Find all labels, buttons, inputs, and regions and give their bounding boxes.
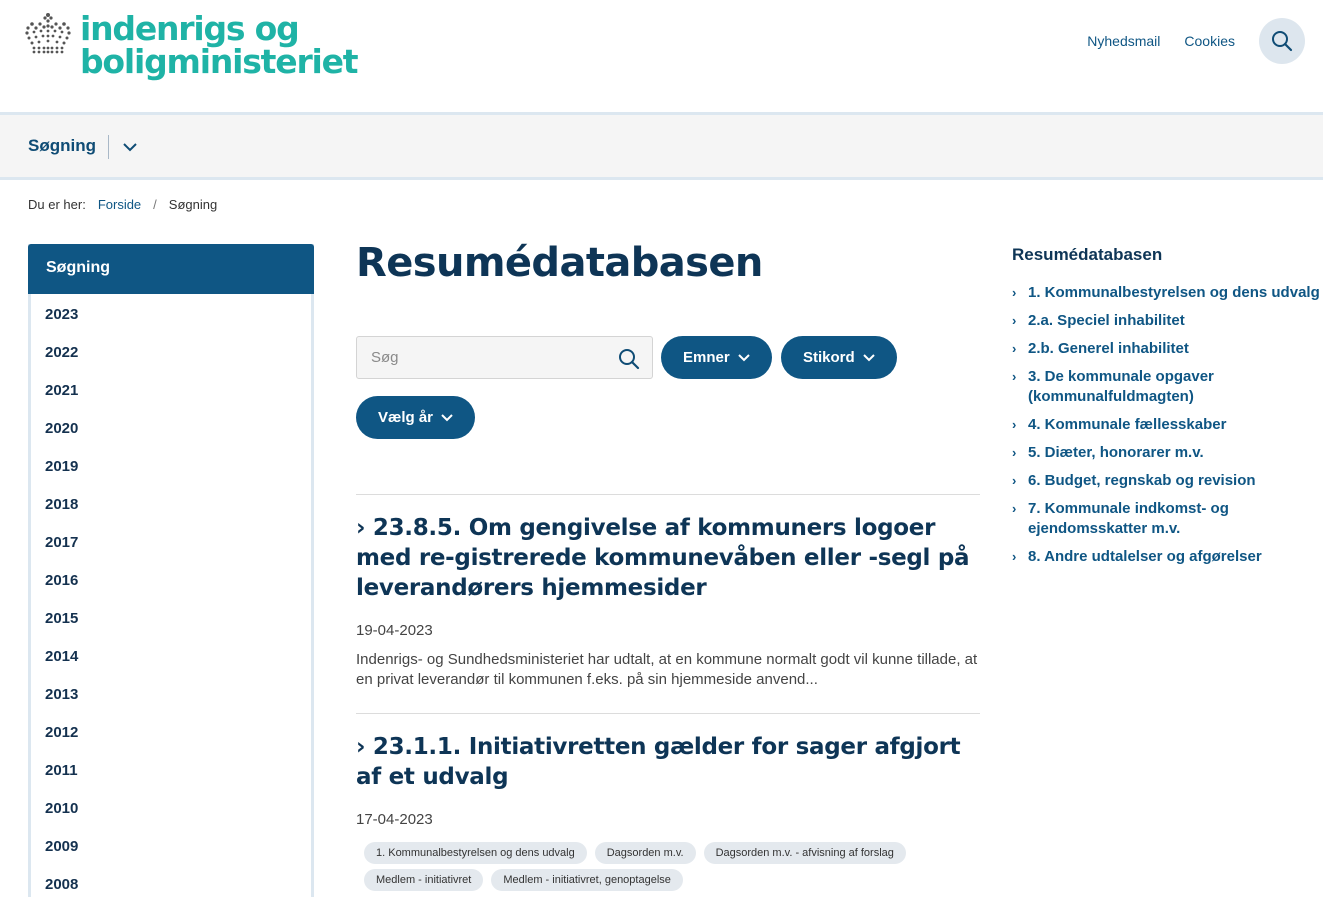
year-filter-button[interactable]: Vælg år bbox=[356, 396, 476, 439]
result-date: 17-04-2023 bbox=[356, 811, 433, 828]
sidebar-item-2015[interactable]: 2015 bbox=[45, 600, 78, 638]
chevron-right-icon: › bbox=[1012, 313, 1017, 328]
right-nav-item[interactable]: › 3. De kommunale opgaver (kommunalfuldma… bbox=[1012, 367, 1322, 407]
breadcrumb-prefix: Du er her: bbox=[28, 197, 86, 212]
right-nav-item-label: 5. Diæter, honorarer m.v. bbox=[1028, 444, 1204, 461]
cookies-link[interactable]: Cookies bbox=[1184, 33, 1235, 49]
right-nav-item[interactable]: › 6. Budget, regnskab og revision bbox=[1012, 471, 1322, 491]
right-nav-item-label: 3. De kommunale opgaver (kommunalfuldmag… bbox=[1028, 368, 1214, 405]
breadcrumb-separator: / bbox=[153, 197, 157, 212]
emner-filter-button[interactable]: Emner bbox=[661, 336, 772, 379]
right-nav-item-label: 6. Budget, regnskab og revision bbox=[1028, 472, 1256, 489]
right-nav-item-label: 2.a. Speciel inhabilitet bbox=[1028, 312, 1185, 329]
site-logo[interactable]: indenrigs og boligministeriet bbox=[22, 9, 359, 81]
sidebar-item-2011[interactable]: 2011 bbox=[45, 752, 78, 790]
section-nav-label[interactable]: Søgning bbox=[28, 136, 96, 156]
sidebar-item-2019[interactable]: 2019 bbox=[45, 448, 78, 486]
right-nav-item-label: 4. Kommunale fællesskaber bbox=[1028, 416, 1227, 433]
chevron-right-icon: › bbox=[1012, 341, 1017, 356]
right-nav-title: Resumédatabasen bbox=[1012, 245, 1163, 264]
right-nav-item[interactable]: › 1. Kommunalbestyrelsen og dens udvalg bbox=[1012, 283, 1322, 303]
newsletter-link[interactable]: Nyhedsmail bbox=[1087, 33, 1160, 49]
sidebar-item-2022[interactable]: 2022 bbox=[45, 334, 78, 372]
year-sidebar: Søgning 2023 2022 2021 2020 2019 2018 20… bbox=[28, 244, 314, 897]
search-icon[interactable] bbox=[618, 348, 640, 370]
sidebar-item-2021[interactable]: 2021 bbox=[45, 372, 78, 410]
sidebar-item-2013[interactable]: 2013 bbox=[45, 676, 78, 714]
search-icon bbox=[1272, 31, 1293, 52]
search-input[interactable] bbox=[371, 337, 611, 378]
section-nav: Søgning bbox=[0, 112, 1323, 180]
right-nav-item-label: 8. Andre udtalelser og afgørelser bbox=[1028, 548, 1262, 565]
year-filter-label: Vælg år bbox=[378, 409, 434, 426]
stikord-filter-label: Stikord bbox=[803, 349, 855, 366]
result-divider bbox=[356, 713, 980, 714]
site-header: indenrigs og boligministeriet Nyhedsmail… bbox=[0, 0, 1323, 112]
sidebar-header[interactable]: Søgning bbox=[28, 244, 314, 294]
tag-initiativret[interactable]: Medlem - initiativret bbox=[364, 869, 484, 891]
result-tags: 1. Kommunalbestyrelsen og dens udvalg Da… bbox=[364, 842, 924, 896]
logo-text: indenrigs og boligministeriet bbox=[80, 9, 359, 81]
chevron-down-icon bbox=[862, 353, 875, 361]
breadcrumb-current: Søgning bbox=[168, 197, 218, 212]
sidebar-title: Søgning bbox=[46, 259, 110, 276]
right-nav-item[interactable]: › 8. Andre udtalelser og afgørelser bbox=[1012, 547, 1322, 567]
result-divider bbox=[356, 494, 980, 495]
sidebar-item-2008[interactable]: 2008 bbox=[45, 866, 78, 897]
emner-filter-label: Emner bbox=[683, 349, 730, 366]
sidebar-item-2014[interactable]: 2014 bbox=[45, 638, 78, 676]
top-links: Nyhedsmail Cookies bbox=[1087, 18, 1305, 64]
sidebar-item-2010[interactable]: 2010 bbox=[45, 790, 78, 828]
right-nav-item[interactable]: › 4. Kommunale fællesskaber bbox=[1012, 415, 1322, 435]
right-nav-item-label: 7. Kommunale indkomst- og ejendomsskatte… bbox=[1028, 500, 1229, 537]
chevron-down-icon bbox=[441, 413, 453, 421]
right-nav-list: › 1. Kommunalbestyrelsen og dens udvalg ›… bbox=[1012, 283, 1322, 575]
right-nav-item[interactable]: › 2.b. Generel inhabilitet bbox=[1012, 339, 1322, 359]
chevron-right-icon: › bbox=[1012, 501, 1017, 516]
section-nav-divider bbox=[108, 135, 109, 159]
right-nav-item-label: 2.b. Generel inhabilitet bbox=[1028, 340, 1189, 357]
chevron-down-icon[interactable] bbox=[121, 139, 139, 155]
logo-line-1: indenrigs og bbox=[80, 9, 300, 48]
chevron-right-icon: › bbox=[1012, 549, 1017, 564]
chevron-down-icon bbox=[737, 353, 750, 361]
chevron-right-icon: › bbox=[1012, 473, 1017, 488]
header-search-button[interactable] bbox=[1259, 18, 1305, 64]
crown-icon bbox=[25, 13, 71, 54]
tag-initiativret-genoptagelse[interactable]: Medlem - initiativret, genoptagelse bbox=[491, 869, 683, 891]
chevron-right-icon: › bbox=[1012, 285, 1017, 300]
tag-dagsorden-afvisning[interactable]: Dagsorden m.v. - afvisning af forslag bbox=[703, 842, 906, 864]
sidebar-item-2023[interactable]: 2023 bbox=[45, 296, 78, 334]
sidebar-item-2009[interactable]: 2009 bbox=[45, 828, 78, 866]
right-nav-item-label: 1. Kommunalbestyrelsen og dens udvalg bbox=[1028, 284, 1320, 301]
sidebar-item-2018[interactable]: 2018 bbox=[45, 486, 78, 524]
sidebar-item-2020[interactable]: 2020 bbox=[45, 410, 78, 448]
chevron-right-icon: › bbox=[1012, 369, 1017, 384]
logo-line-2: boligministeriet bbox=[80, 42, 359, 81]
right-nav-item[interactable]: › 2.a. Speciel inhabilitet bbox=[1012, 311, 1322, 331]
stikord-filter-button[interactable]: Stikord bbox=[781, 336, 897, 379]
right-nav-item[interactable]: › 7. Kommunale indkomst- og ejendomsskatt… bbox=[1012, 499, 1322, 539]
search-field bbox=[356, 336, 653, 379]
result-title-link[interactable]: › 23.8.5. Om gengivelse af kommuners log… bbox=[356, 513, 986, 603]
sidebar-item-2016[interactable]: 2016 bbox=[45, 562, 78, 600]
tag-dagsorden[interactable]: Dagsorden m.v. bbox=[594, 842, 696, 864]
sidebar-item-2017[interactable]: 2017 bbox=[45, 524, 78, 562]
breadcrumb-home-link[interactable]: Forside bbox=[98, 197, 141, 212]
year-list: 2023 2022 2021 2020 2019 2018 2017 2016 … bbox=[45, 296, 78, 897]
sidebar-item-2012[interactable]: 2012 bbox=[45, 714, 78, 752]
right-nav-item[interactable]: › 5. Diæter, honorarer m.v. bbox=[1012, 443, 1322, 463]
result-title-link[interactable]: › 23.1.1. Initiativretten gælder for sag… bbox=[356, 732, 986, 792]
tag-kommunalbestyrelsen[interactable]: 1. Kommunalbestyrelsen og dens udvalg bbox=[364, 842, 587, 864]
chevron-right-icon: › bbox=[1012, 445, 1017, 460]
page-title: Resumédatabasen bbox=[356, 240, 763, 286]
result-date: 19-04-2023 bbox=[356, 622, 433, 639]
chevron-right-icon: › bbox=[1012, 417, 1017, 432]
result-description: Indenrigs- og Sundhedsministeriet har ud… bbox=[356, 651, 978, 688]
breadcrumb: Du er her: Forside / Søgning bbox=[28, 197, 229, 212]
